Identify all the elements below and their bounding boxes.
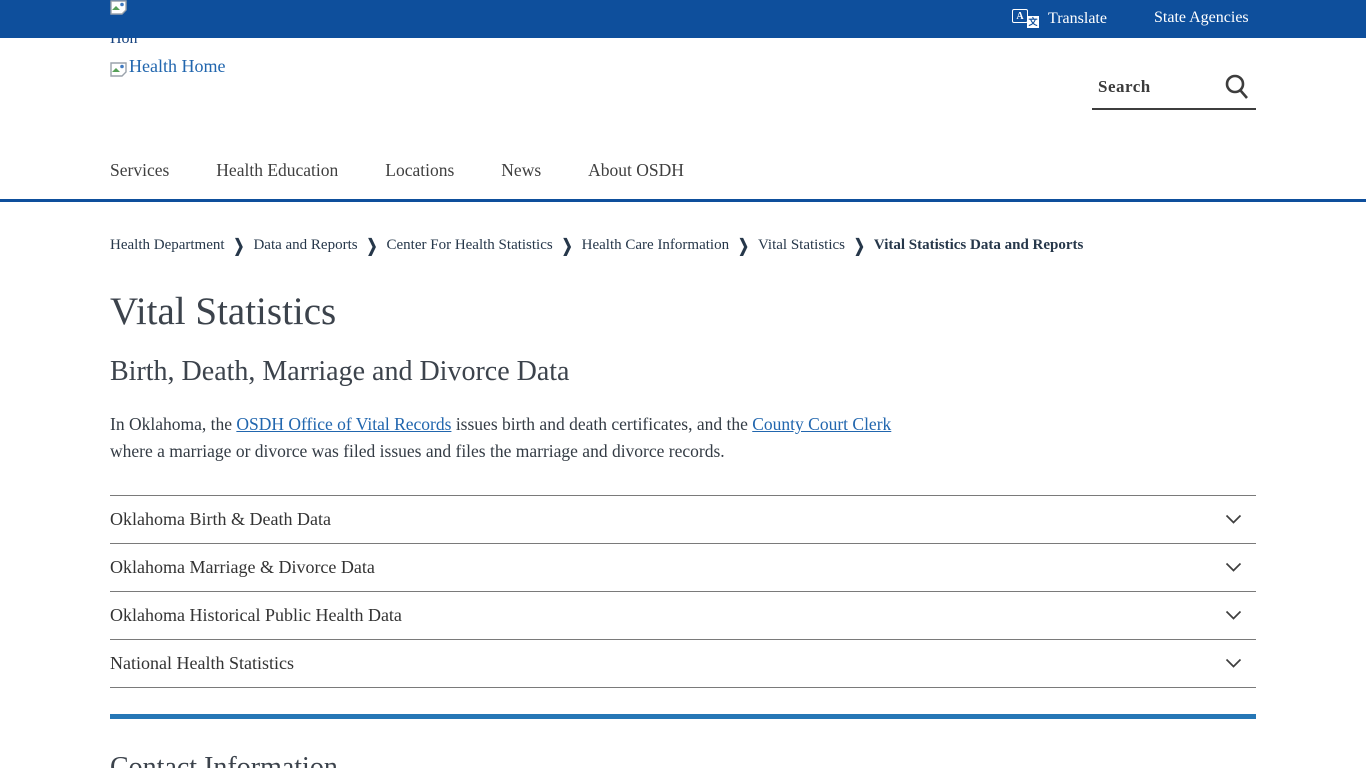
state-agencies-link[interactable]: State Agencies [1154, 9, 1249, 27]
translate-icon-glyph: 文 [1027, 16, 1039, 28]
search-placeholder: Search [1098, 77, 1151, 97]
county-court-clerk-link[interactable]: County Court Clerk [752, 414, 891, 434]
chevron-down-icon [1225, 658, 1242, 669]
section-divider [110, 714, 1256, 719]
nav-item-health-education[interactable]: Health Education [216, 160, 338, 181]
nav-item-about-osdh[interactable]: About OSDH [588, 160, 684, 181]
search-input[interactable]: Search [1092, 72, 1256, 110]
accordion-historical-public-health-data[interactable]: Oklahoma Historical Public Health Data [110, 591, 1256, 639]
translate-button[interactable]: A 文 Translate [1012, 9, 1107, 28]
intro-text: where a marriage or divorce was filed is… [110, 441, 725, 461]
page-title: Vital Statistics [110, 291, 1256, 334]
chevron-down-icon [1225, 562, 1242, 573]
nav-divider [0, 199, 1366, 202]
breadcrumb-current-page: Vital Statistics Data and Reports [874, 237, 1083, 254]
broken-image-icon [110, 62, 127, 77]
accordion-label: Oklahoma Marriage & Divorce Data [110, 557, 375, 578]
page: A 文 Translate State Agencies Hon Health … [0, 0, 1366, 768]
accordion-birth-death-data[interactable]: Oklahoma Birth & Death Data [110, 495, 1256, 543]
accordion-group: Oklahoma Birth & Death Data Oklahoma Mar… [110, 495, 1256, 688]
chevron-right-icon: ❯ [562, 235, 573, 257]
broken-image-icon[interactable] [110, 0, 127, 15]
main-content: Health Department ❯ Data and Reports ❯ C… [110, 237, 1256, 768]
top-utility-bar: A 文 Translate State Agencies [0, 0, 1366, 38]
breadcrumb-vital-statistics[interactable]: Vital Statistics [758, 237, 845, 254]
chevron-right-icon: ❯ [854, 235, 865, 257]
nav-item-services[interactable]: Services [110, 160, 169, 181]
chevron-right-icon: ❯ [234, 235, 245, 257]
accordion-label: National Health Statistics [110, 653, 294, 674]
breadcrumb-data-and-reports[interactable]: Data and Reports [253, 237, 357, 254]
health-home-link[interactable]: Health Home [110, 56, 225, 77]
page-subtitle: Birth, Death, Marriage and Divorce Data [110, 356, 1256, 388]
accordion-marriage-divorce-data[interactable]: Oklahoma Marriage & Divorce Data [110, 543, 1256, 591]
breadcrumb-center-for-health-statistics[interactable]: Center For Health Statistics [387, 237, 553, 254]
intro-paragraph: In Oklahoma, the OSDH Office of Vital Re… [110, 411, 932, 465]
state-agencies-label: State Agencies [1154, 9, 1249, 27]
breadcrumb-health-care-information[interactable]: Health Care Information [582, 237, 729, 254]
main-navigation: Services Health Education Locations News… [110, 160, 684, 181]
translate-icon: A 文 [1012, 9, 1039, 28]
intro-text: In Oklahoma, the [110, 414, 236, 434]
intro-text: issues birth and death certificates, and… [451, 414, 752, 434]
chevron-right-icon: ❯ [367, 235, 378, 257]
accordion-label: Oklahoma Birth & Death Data [110, 509, 331, 530]
accordion-label: Oklahoma Historical Public Health Data [110, 605, 402, 626]
nav-item-locations[interactable]: Locations [385, 160, 454, 181]
contact-information-heading: Contact Information [110, 752, 1256, 768]
accordion-national-health-statistics[interactable]: National Health Statistics [110, 639, 1256, 687]
translate-label: Translate [1048, 10, 1107, 28]
breadcrumb-health-department[interactable]: Health Department [110, 237, 225, 254]
breadcrumb: Health Department ❯ Data and Reports ❯ C… [110, 237, 1256, 254]
chevron-down-icon [1225, 610, 1242, 621]
search-icon[interactable] [1223, 73, 1250, 101]
nav-item-news[interactable]: News [501, 160, 541, 181]
vital-records-link[interactable]: OSDH Office of Vital Records [236, 414, 451, 434]
chevron-down-icon [1225, 514, 1242, 525]
health-home-label: Health Home [129, 56, 225, 77]
translate-icon-letter: A [1012, 9, 1028, 23]
chevron-right-icon: ❯ [738, 235, 749, 257]
